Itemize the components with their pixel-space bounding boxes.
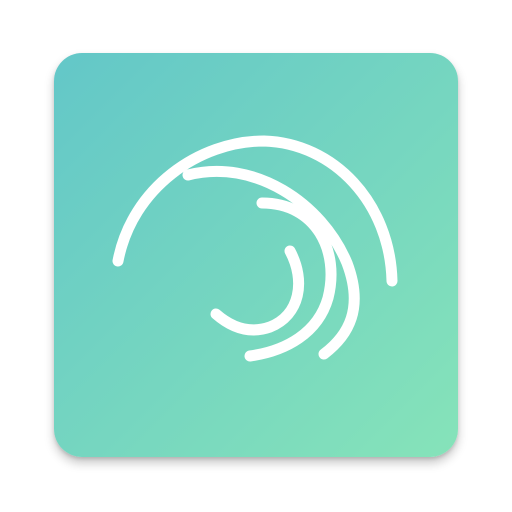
icon-canvas	[0, 0, 512, 512]
app-icon-artwork	[54, 53, 458, 457]
app-icon[interactable]	[54, 53, 458, 457]
